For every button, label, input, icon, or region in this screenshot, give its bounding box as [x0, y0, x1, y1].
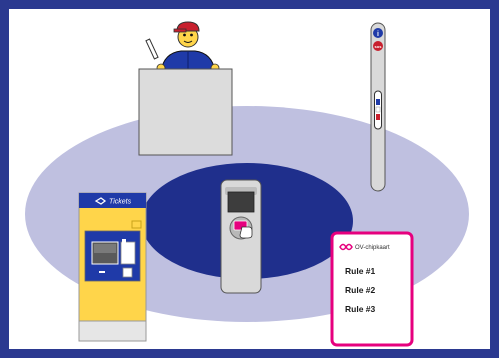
rule-2: Rule #2	[345, 285, 376, 295]
diagram-frame: i sos Tickets OV-chipkaart Rule #1 Rule …	[0, 0, 499, 358]
service-desk	[138, 68, 233, 156]
ov-chipkaart-info-card: OV-chipkaart Rule #1 Rule #2 Rule #3	[330, 231, 414, 347]
card-validator	[220, 179, 262, 294]
ticket-machine: Tickets	[78, 192, 147, 342]
card-slot	[120, 241, 136, 265]
info-symbol: i	[377, 31, 379, 38]
scene-svg: i sos Tickets OV-chipkaart Rule #1 Rule …	[25, 21, 469, 347]
hand-icon	[239, 226, 253, 239]
service-desk-attendant	[138, 21, 233, 156]
validator-screen	[227, 191, 255, 213]
rule-3: Rule #3	[345, 304, 376, 314]
info-card-title: OV-chipkaart	[355, 245, 390, 251]
sos-label: sos	[375, 44, 383, 49]
rule-1: Rule #1	[345, 266, 376, 276]
pen-icon	[145, 38, 159, 60]
help-pole: i sos	[370, 22, 386, 192]
ticket-output	[122, 267, 133, 278]
ticket-machine-label: Tickets	[109, 199, 132, 206]
diagram-canvas: i sos Tickets OV-chipkaart Rule #1 Rule …	[9, 9, 490, 349]
ticket-machine-base	[78, 320, 147, 342]
